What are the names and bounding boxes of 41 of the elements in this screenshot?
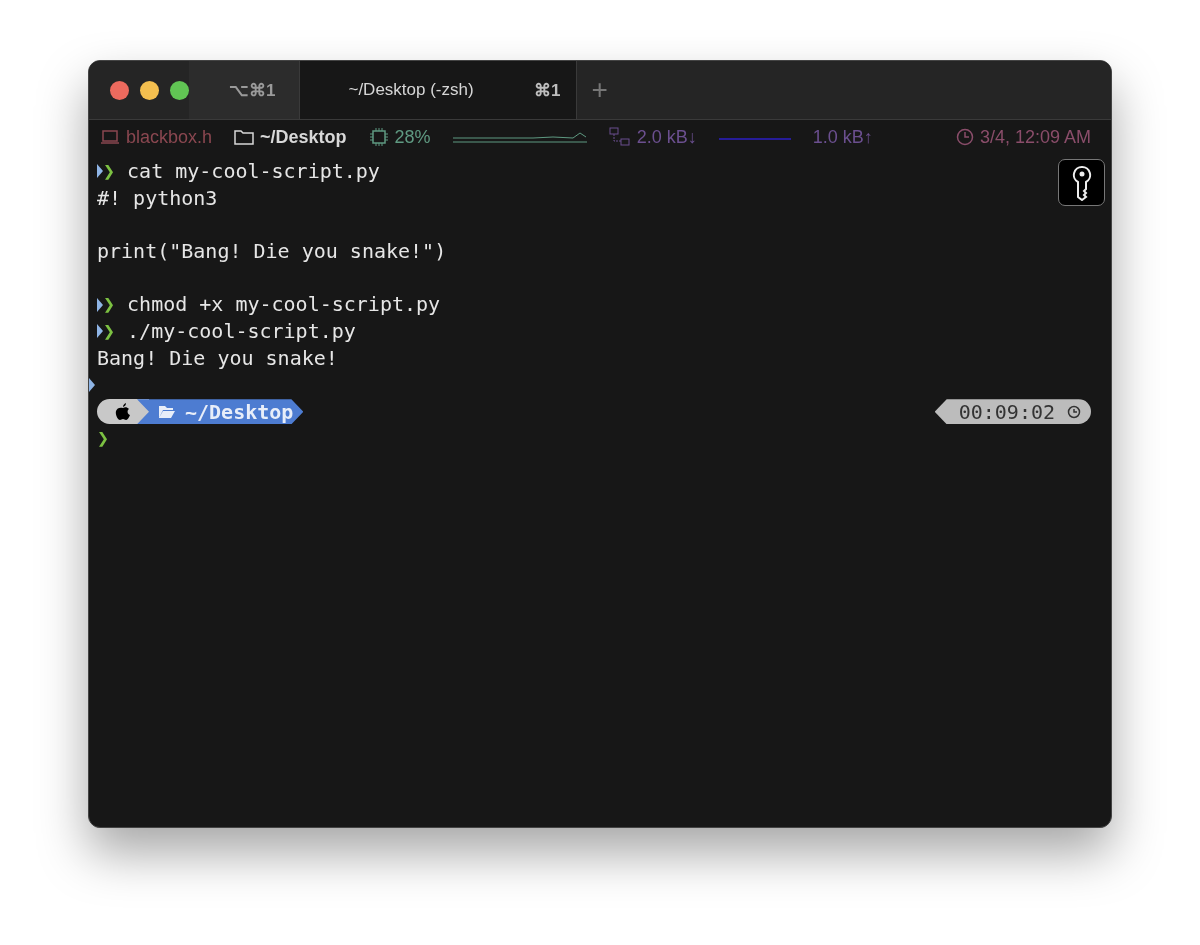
command-text: cat my-cool-script.py: [127, 158, 380, 185]
elapsed-time: 00:09:02: [958, 399, 1055, 424]
path-text: ~/Desktop: [185, 399, 294, 424]
command-text: chmod +x my-cool-script.py: [127, 291, 441, 319]
prompt-marker-icon: [97, 164, 103, 179]
prompt-symbol: ❯: [103, 291, 116, 319]
chip-icon: [368, 127, 389, 147]
apple-icon: [115, 402, 131, 421]
command-text: ./my-cool-script.py: [127, 318, 356, 345]
key-icon: [1070, 164, 1093, 201]
status-text: 28%: [394, 126, 431, 148]
prompt-symbol: ❯: [103, 158, 116, 185]
key-button[interactable]: [1058, 159, 1105, 206]
output-text: print("Bang! Die you snake!"): [97, 238, 447, 265]
close-button[interactable]: [110, 80, 129, 100]
new-tab-button[interactable]: +: [577, 61, 622, 119]
tab-title: ⌥⌘1: [229, 79, 276, 101]
tab[interactable]: ⌥⌘1: [189, 61, 301, 119]
status-text: ~/Desktop: [260, 126, 347, 148]
prompt-marker-icon: [97, 297, 103, 312]
status-text: 1.0 kB↑: [812, 126, 873, 148]
network-icon: [608, 127, 631, 147]
tab[interactable]: ~/Desktop (-zsh) ⌘1: [300, 61, 578, 119]
output-text: #! python3: [97, 184, 218, 212]
tab-shortcut: ⌘1: [534, 79, 561, 101]
output-text: Bang! Die you snake!: [97, 344, 338, 372]
prompt-symbol: ❯: [103, 318, 116, 345]
clock-icon: [1067, 404, 1081, 419]
minimize-button[interactable]: [140, 80, 159, 100]
input-prompt: ❯: [97, 425, 110, 452]
tab-title: ~/Desktop (-zsh): [348, 80, 474, 100]
status-text: 2.0 kB↓: [636, 126, 697, 148]
folder-icon: [159, 405, 175, 418]
clock-icon: [955, 128, 974, 146]
folder-icon: [234, 129, 255, 145]
prompt-marker-icon: [97, 324, 103, 339]
zoom-button[interactable]: [170, 80, 189, 100]
laptop-icon: [100, 129, 120, 145]
status-text: 3/4, 12:09 AM: [979, 126, 1091, 148]
prompt-marker-icon: [89, 377, 95, 392]
status-text: blackbox.h: [126, 126, 213, 148]
